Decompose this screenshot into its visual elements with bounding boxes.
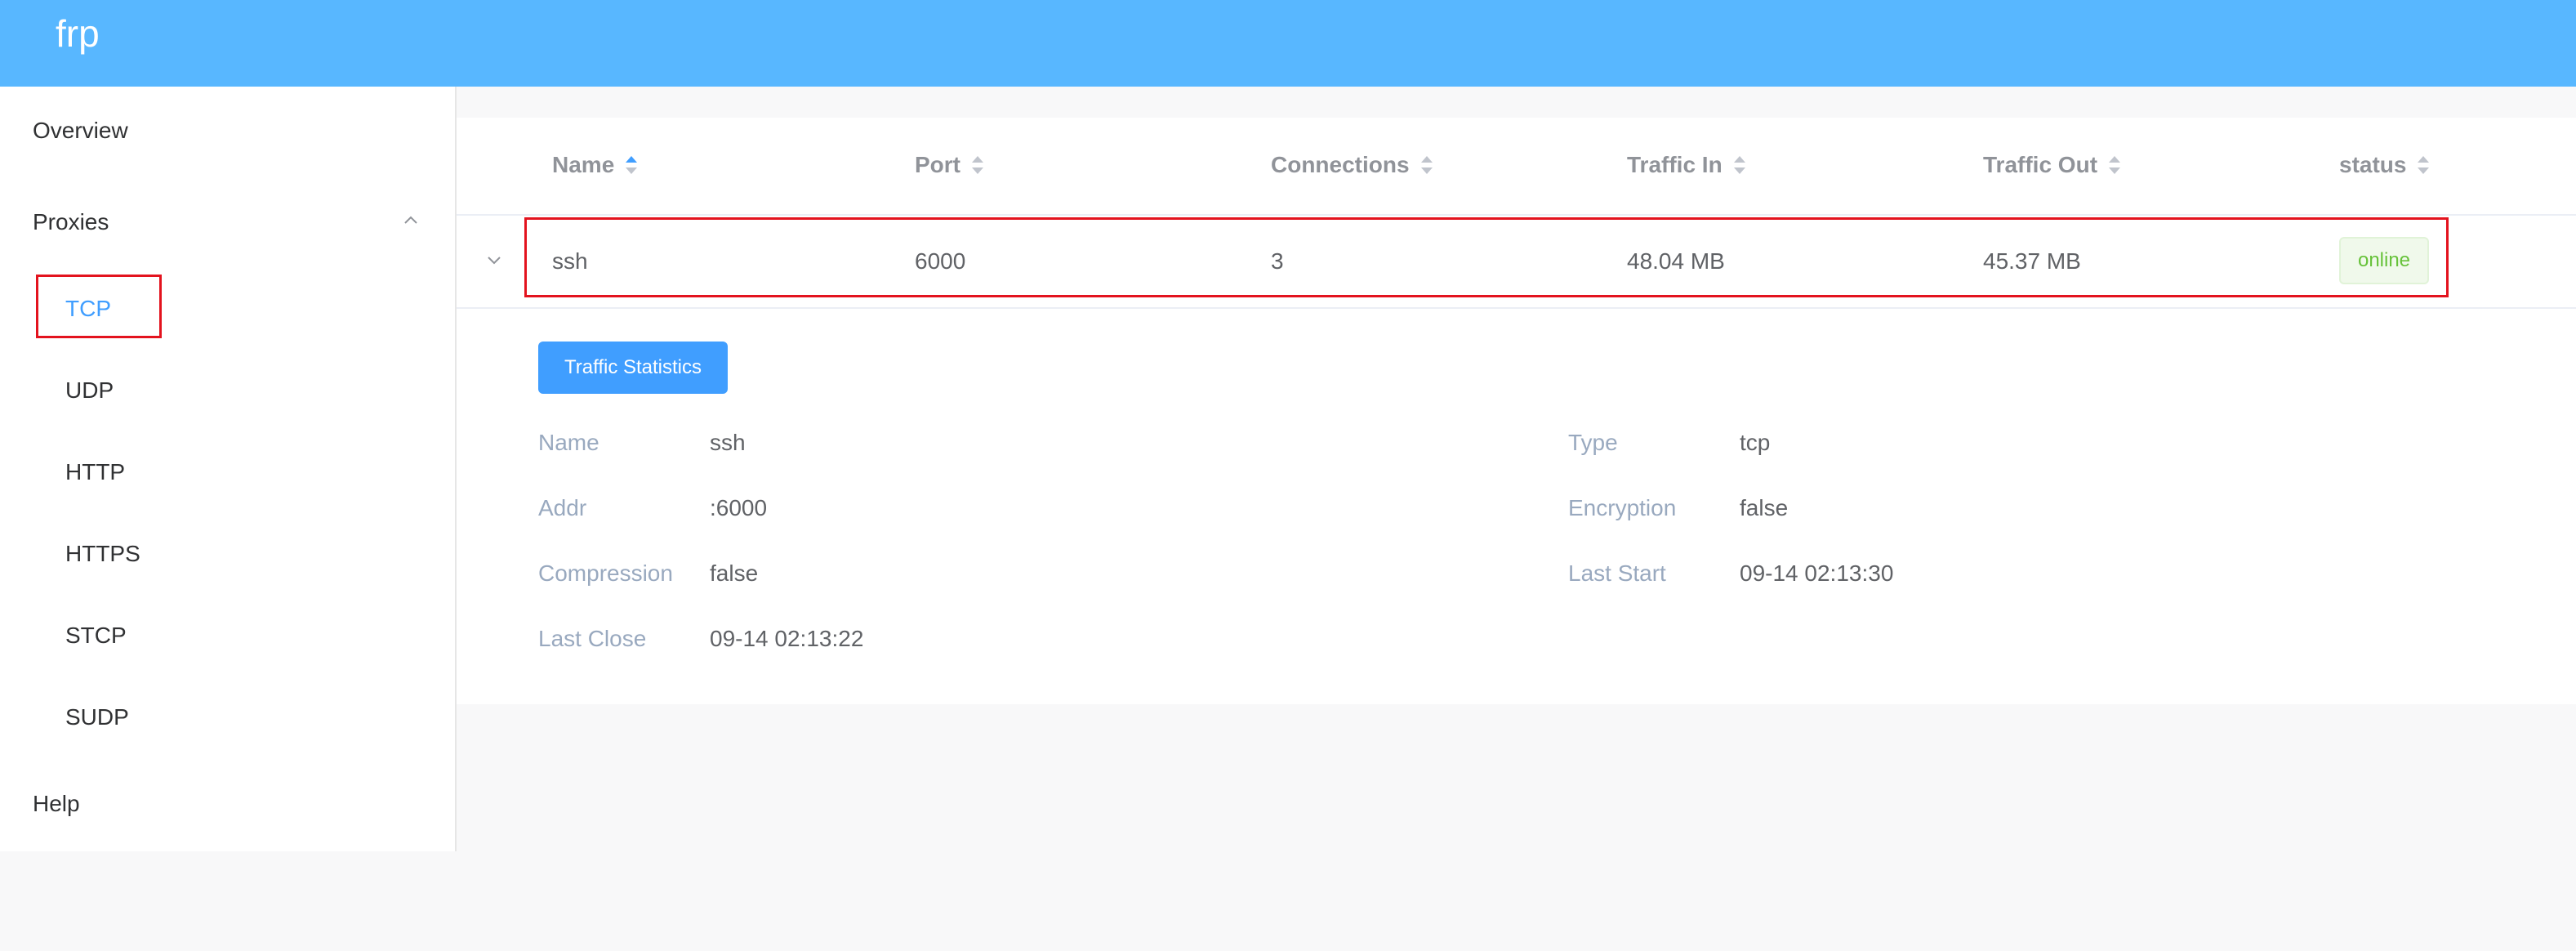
column-header-name[interactable]: Name xyxy=(552,152,639,178)
chevron-down-icon[interactable] xyxy=(486,255,502,266)
sidebar-item-overview[interactable]: Overview xyxy=(33,118,128,144)
sidebar-item-https[interactable]: HTTPS xyxy=(65,541,140,567)
sidebar-item-stcp[interactable]: STCP xyxy=(65,623,127,649)
sort-icon[interactable] xyxy=(2416,153,2431,177)
column-label: Traffic Out xyxy=(1983,152,2098,177)
sidebar-item-sudp[interactable]: SUDP xyxy=(65,704,129,730)
empty-area xyxy=(457,704,2576,951)
column-header-connections[interactable]: Connections xyxy=(1271,152,1434,178)
highlight-tcp-box xyxy=(36,275,162,338)
sidebar-submenu-proxies[interactable]: Proxies xyxy=(33,209,109,235)
proxy-table-panel: Name Port Connections Traffic In Traffic… xyxy=(457,118,2576,704)
highlight-row-box xyxy=(524,217,2449,297)
table-header: Name Port Connections Traffic In Traffic… xyxy=(457,118,2576,216)
column-label: Traffic In xyxy=(1627,152,1723,177)
detail-last-close-label: Last Close xyxy=(538,626,647,651)
sort-icon[interactable] xyxy=(1732,153,1747,177)
column-label: Connections xyxy=(1271,152,1410,177)
column-label: status xyxy=(2339,152,2407,177)
column-header-traffic-in[interactable]: Traffic In xyxy=(1627,152,1747,178)
column-label: Port xyxy=(915,152,960,177)
sidebar-item-udp[interactable]: UDP xyxy=(65,377,114,404)
detail-last-close-value: 09-14 02:13:22 xyxy=(710,626,864,651)
sidebar: Overview Proxies TCP UDP HTTP HTTPS STCP… xyxy=(0,87,457,851)
sort-ascending-icon[interactable] xyxy=(624,153,639,177)
sidebar-item-http[interactable]: HTTP xyxy=(65,459,125,485)
sort-icon[interactable] xyxy=(970,153,985,177)
sort-icon[interactable] xyxy=(2107,153,2122,177)
chevron-up-icon[interactable] xyxy=(403,213,418,228)
column-header-traffic-out[interactable]: Traffic Out xyxy=(1983,152,2122,178)
detail-name-label: Name xyxy=(538,430,599,455)
column-header-port[interactable]: Port xyxy=(915,152,985,178)
detail-compression-value: false xyxy=(710,560,759,586)
detail-encryption-label: Encryption xyxy=(1568,495,1677,520)
detail-compression-label: Compression xyxy=(538,560,673,586)
detail-last-start-label: Last Start xyxy=(1568,560,1666,586)
detail-addr-label: Addr xyxy=(538,495,587,520)
detail-name-value: ssh xyxy=(710,430,746,455)
detail-type-label: Type xyxy=(1568,430,1618,455)
detail-encryption-value: false xyxy=(1740,495,1789,520)
detail-last-start-value: 09-14 02:13:30 xyxy=(1740,560,1894,586)
detail-type-value: tcp xyxy=(1740,430,1771,455)
sort-icon[interactable] xyxy=(1419,153,1434,177)
top-header: frp xyxy=(0,0,2576,87)
column-label: Name xyxy=(552,152,615,177)
sidebar-item-help[interactable]: Help xyxy=(33,791,80,817)
app-logo: frp xyxy=(56,12,100,55)
column-header-status[interactable]: status xyxy=(2339,152,2431,178)
detail-addr-value: :6000 xyxy=(710,495,768,520)
traffic-statistics-button[interactable]: Traffic Statistics xyxy=(538,342,728,394)
